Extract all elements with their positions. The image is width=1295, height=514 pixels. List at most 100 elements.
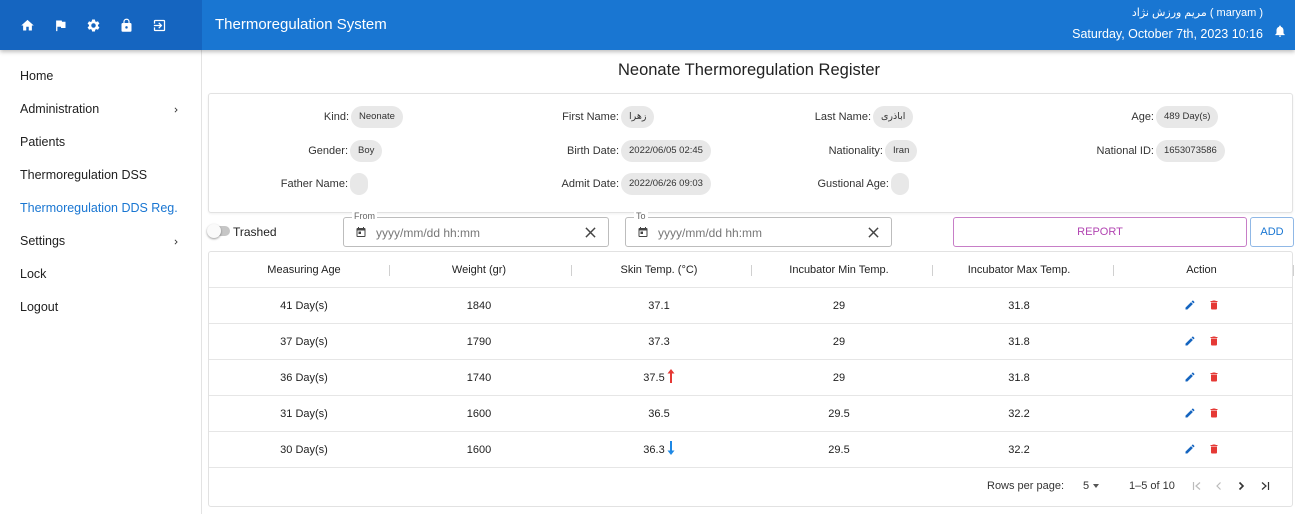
sidebar-item-administration[interactable]: Administration [0, 92, 201, 125]
skin-temp-value: 37.3 [648, 336, 670, 348]
column-header[interactable]: Incubator Max Temp. [929, 252, 1109, 288]
current-datetime: Saturday, October 7th, 2023 10:16 [1072, 27, 1263, 41]
sidebar-item-lock[interactable]: Lock [0, 257, 201, 290]
sidebar-item-label: Lock [20, 266, 47, 281]
weight-cell: 1600 [466, 408, 492, 420]
chevron-left-icon [1216, 482, 1221, 490]
first-page-button[interactable] [1189, 478, 1205, 494]
filter-bar: Trashed From To REPORT ADD [207, 211, 1295, 248]
national-id-label: National ID: [1096, 145, 1154, 157]
calendar-icon[interactable] [637, 226, 649, 238]
edit-icon[interactable] [1184, 434, 1196, 454]
incubator-min-temp-cell: 29 [832, 372, 846, 384]
sidebar-item-settings[interactable]: Settings [0, 224, 201, 257]
top-app-bar: Thermoregulation System مریم ورزش نژاد (… [0, 0, 1295, 50]
from-date-input[interactable] [376, 224, 566, 241]
action-cell [1109, 324, 1294, 360]
from-date-label: From [352, 211, 377, 221]
calendar-icon[interactable] [355, 226, 367, 238]
measuring-age-cell: 36 Day(s) [280, 372, 328, 384]
from-date-field: From [343, 211, 609, 247]
column-separator[interactable] [1293, 265, 1294, 276]
gear-icon[interactable] [80, 12, 106, 38]
delete-icon[interactable] [1208, 290, 1220, 310]
table-header-row: Measuring Age Weight (gr) Skin Temp. (°C… [209, 252, 1294, 288]
home-icon[interactable] [14, 12, 40, 38]
first-page-icon [1192, 482, 1201, 490]
bell-icon[interactable] [1273, 24, 1287, 38]
last-page-button[interactable] [1257, 478, 1273, 494]
weight-cell: 1600 [466, 444, 492, 456]
incubator-max-temp-cell: 31.8 [1008, 372, 1030, 384]
action-cell [1109, 360, 1294, 396]
chevron-right-icon [171, 104, 181, 114]
edit-icon[interactable] [1184, 326, 1196, 346]
skin-temp-cell: 36.5 [569, 396, 749, 432]
clear-icon[interactable] [585, 227, 596, 238]
dropdown-caret-icon [1093, 484, 1100, 488]
clear-icon[interactable] [868, 227, 879, 238]
sidebar-item-label: Administration [20, 101, 100, 116]
trashed-label: Trashed [233, 225, 277, 239]
table-row: 36 Day(s) 1740 37.5 29 31.8 [209, 360, 1292, 396]
skin-temp-value: 37.1 [648, 300, 670, 312]
edit-icon[interactable] [1184, 398, 1196, 418]
user-name: مریم ورزش نژاد ( maryam ) [1131, 7, 1263, 19]
next-page-button[interactable] [1233, 478, 1249, 494]
table-row: 37 Day(s) 1790 37.3 29 31.8 [209, 324, 1292, 360]
gestational-age-label: Gustional Age: [817, 178, 889, 190]
delete-icon[interactable] [1208, 398, 1220, 418]
sidebar-item-logout[interactable]: Logout [0, 290, 201, 323]
sidebar-item-thermoregulation-dds-reg[interactable]: Thermoregulation DDS Reg. [0, 191, 201, 224]
to-date-field: To [625, 211, 892, 247]
lock-icon[interactable] [113, 12, 139, 38]
to-date-input[interactable] [658, 224, 848, 241]
edit-icon[interactable] [1184, 362, 1196, 382]
measuring-age-cell: 31 Day(s) [280, 408, 328, 420]
flag-icon[interactable] [47, 12, 73, 38]
column-header[interactable]: Measuring Age [209, 252, 399, 288]
sidebar: Home Administration Patients Thermoregul… [0, 50, 202, 514]
delete-icon[interactable] [1208, 434, 1220, 454]
chevron-right-icon [1238, 481, 1245, 491]
skin-temp-cell: 37.1 [569, 288, 749, 324]
sidebar-item-label: Thermoregulation DDS Reg. [20, 200, 178, 215]
skin-temp-value: 36.5 [648, 408, 670, 420]
column-header: Action [1186, 264, 1217, 276]
action-cell [1109, 396, 1294, 432]
skin-temp-value: 36.3 [643, 444, 665, 456]
sidebar-item-patients[interactable]: Patients [0, 125, 201, 158]
sidebar-item-label: Home [20, 68, 54, 83]
delete-icon[interactable] [1208, 362, 1220, 382]
toggle-knob [207, 224, 221, 238]
skin-temp-value: 37.5 [643, 372, 665, 384]
sidebar-item-home[interactable]: Home [0, 59, 201, 92]
table-row: 30 Day(s) 1600 36.3 29.5 32.2 [209, 432, 1292, 468]
skin-temp-cell: 36.3 [569, 432, 749, 468]
measuring-age-cell: 41 Day(s) [280, 300, 328, 312]
logout-icon[interactable] [146, 12, 172, 38]
incubator-min-temp-cell: 29 [832, 336, 846, 348]
sidebar-item-label: Thermoregulation DSS [20, 167, 148, 182]
trend-up-icon [667, 362, 675, 383]
incubator-min-temp-cell: 29 [832, 300, 846, 312]
column-header[interactable]: Incubator Min Temp. [749, 252, 929, 288]
top-icon-toolbar [0, 0, 202, 50]
table-row: 31 Day(s) 1600 36.5 29.5 32.2 [209, 396, 1292, 432]
column-header[interactable]: Skin Temp. (°C) [569, 252, 749, 288]
weight-cell: 1740 [466, 372, 492, 384]
sidebar-item-thermoregulation-dss[interactable]: Thermoregulation DSS [0, 158, 201, 191]
trashed-toggle[interactable] [207, 224, 230, 238]
delete-icon[interactable] [1208, 326, 1220, 346]
previous-page-button[interactable] [1211, 478, 1227, 494]
skin-temp-cell: 37.3 [569, 324, 749, 360]
add-button[interactable]: ADD [1250, 217, 1294, 247]
measuring-age-cell: 30 Day(s) [280, 444, 328, 456]
report-button[interactable]: REPORT [953, 217, 1247, 247]
page-title: Neonate Thermoregulation Register [617, 61, 880, 79]
skin-temp-cell: 37.5 [569, 360, 749, 396]
edit-icon[interactable] [1184, 290, 1196, 310]
column-header[interactable]: Weight (gr) [389, 252, 569, 288]
app-title: Thermoregulation System [215, 16, 387, 33]
rows-per-page-select[interactable]: 5 [1083, 480, 1100, 492]
